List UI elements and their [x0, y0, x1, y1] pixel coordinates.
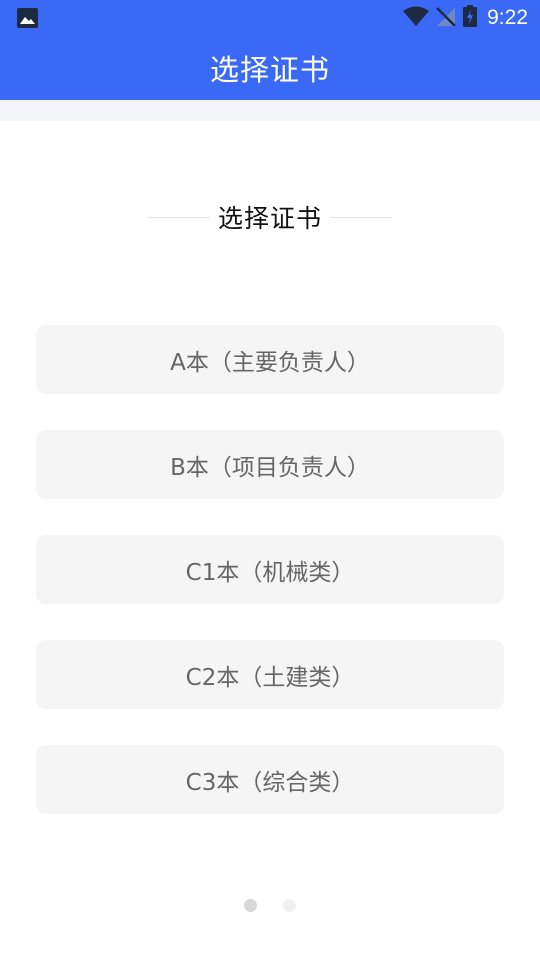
certificate-option-c2[interactable]: C2本（土建类）: [36, 640, 504, 709]
page-indicator-dot[interactable]: [283, 899, 296, 912]
wifi-icon: [403, 6, 430, 30]
page-title: 选择证书: [209, 53, 330, 87]
option-label: B本（项目负责人）: [170, 454, 370, 481]
option-label: C2本（土建类）: [185, 664, 355, 691]
page-indicator-dot-active[interactable]: [244, 899, 257, 912]
section-line-right: [330, 216, 392, 218]
image-icon: [17, 8, 38, 28]
section-header: 选择证书: [0, 193, 540, 241]
option-label: A本（主要负责人）: [170, 349, 370, 376]
certificate-option-c1[interactable]: C1本（机械类）: [36, 535, 504, 604]
section-title: 选择证书: [217, 204, 322, 233]
battery-charging-icon: [463, 5, 478, 31]
certificate-option-b[interactable]: B本（项目负责人）: [36, 430, 504, 499]
section-line-left: [147, 216, 210, 218]
divider-strip: [0, 100, 540, 121]
option-label: C3本（综合类）: [185, 769, 355, 796]
certificate-option-c3[interactable]: C3本（综合类）: [36, 745, 504, 814]
app-bar: 选择证书: [0, 36, 540, 100]
certificate-option-a[interactable]: A本（主要负责人）: [36, 325, 504, 394]
status-icons: 9:22: [403, 0, 528, 36]
status-bar: 9:22: [0, 0, 540, 36]
option-label: C1本（机械类）: [185, 559, 355, 586]
no-signal-icon: [435, 6, 457, 30]
status-time: 9:22: [487, 6, 528, 29]
